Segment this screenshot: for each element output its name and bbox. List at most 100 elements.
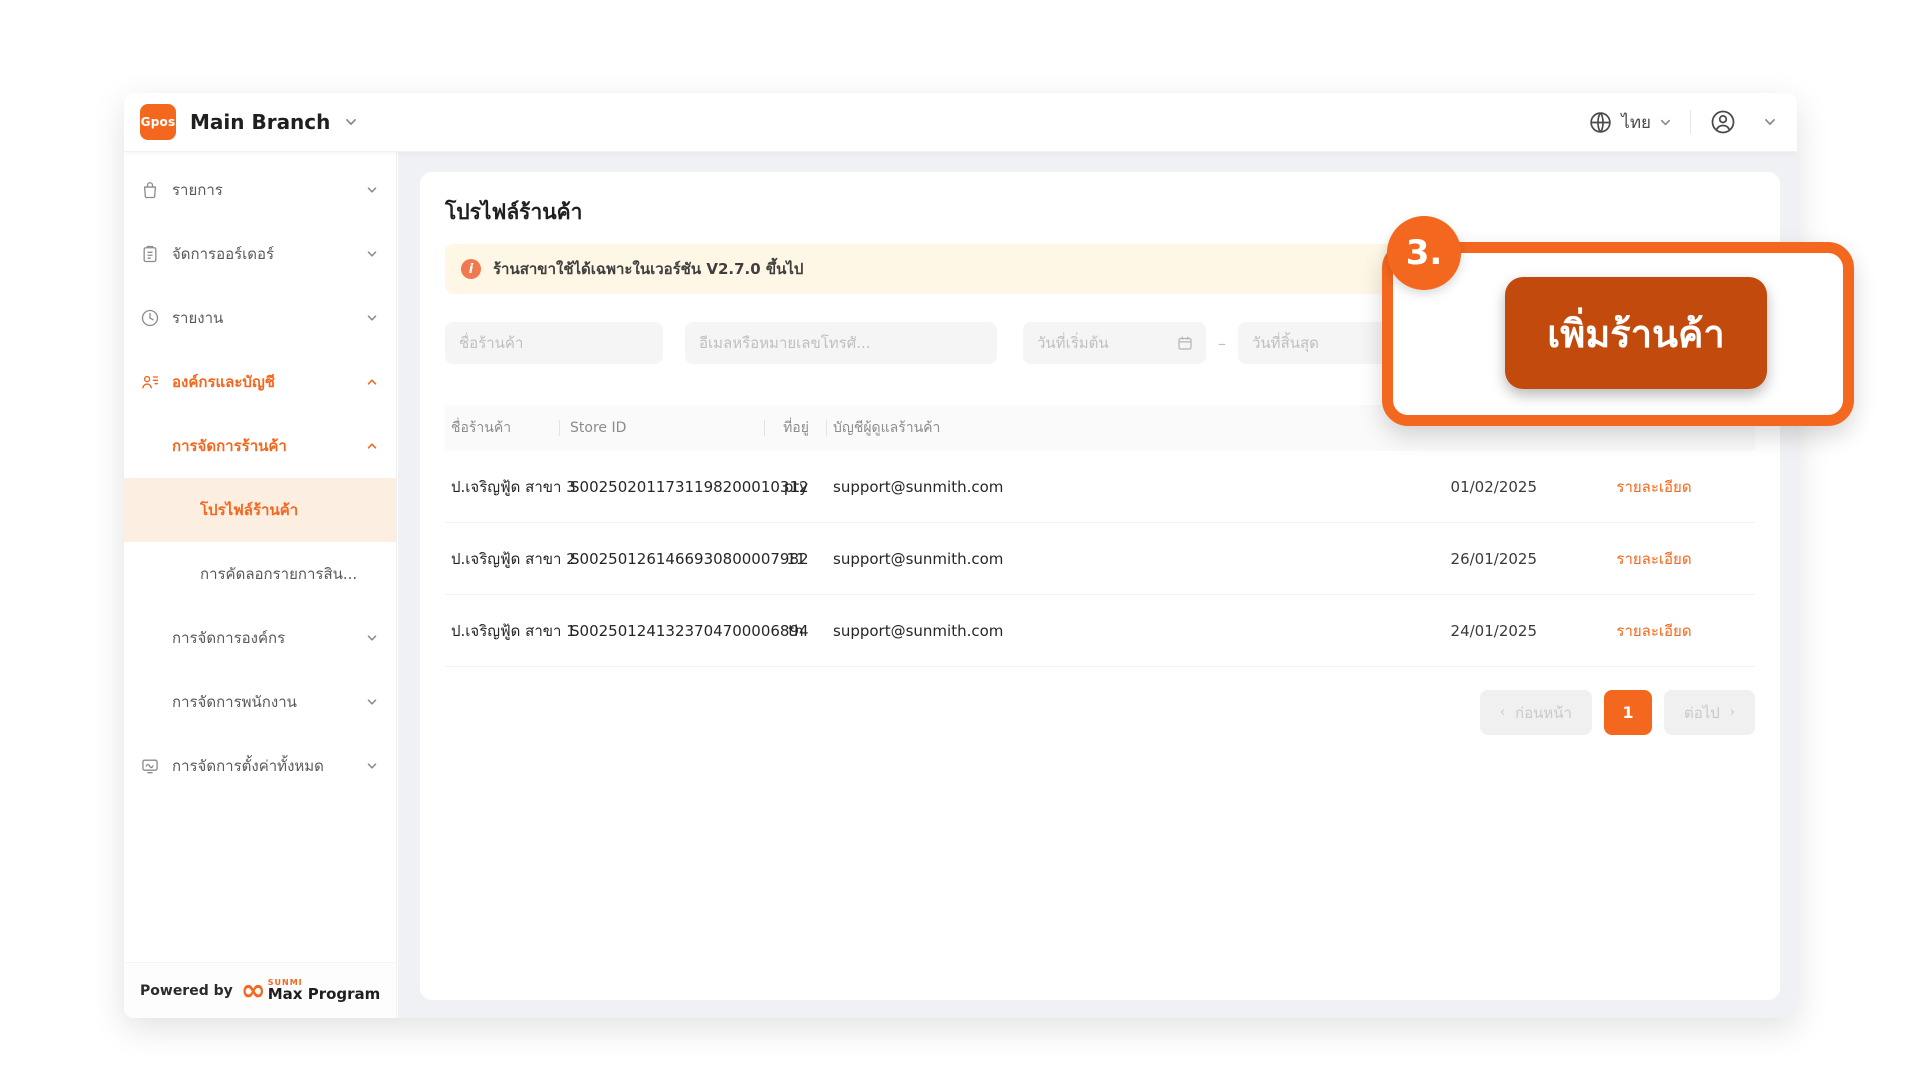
- sidebar-item-label: การจัดการตั้งค่าทั้งหมด: [172, 754, 358, 778]
- prev-page-button[interactable]: ‹ ก่อนหน้า: [1480, 690, 1592, 735]
- next-page-button[interactable]: ต่อไป ›: [1664, 690, 1755, 735]
- sidebar-item-label: องค์กรและบัญชี: [172, 370, 358, 394]
- sidebar-item-staff-management[interactable]: การจัดการพนักงาน: [124, 670, 396, 734]
- chevron-down-icon: [366, 760, 378, 772]
- prev-page-label: ก่อนหน้า: [1515, 701, 1572, 725]
- powered-by-label: Powered by: [140, 983, 233, 999]
- language-label: ไทย: [1621, 109, 1651, 136]
- clock-icon: [140, 308, 160, 328]
- table-row: ป.เจริญฟู้ด สาขา 3 S00250201173119820001…: [445, 451, 1755, 523]
- sidebar-item-orders-list[interactable]: รายการ: [124, 158, 396, 222]
- table-row: ป.เจริญฟู้ด สาขา 2 S00250126146693080000…: [445, 523, 1755, 595]
- cell-store-name: ป.เจริญฟู้ด สาขา 3: [445, 475, 560, 499]
- sidebar-item-label: จัดการออร์เดอร์: [172, 242, 358, 266]
- chevron-down-icon: [366, 312, 378, 324]
- table-row: ป.เจริญฟู้ด สาขา 1 S00250124132370470000…: [445, 595, 1755, 667]
- monitor-icon: [140, 756, 160, 776]
- sunmi-logo: ∞ sunmi Max Program: [241, 979, 381, 1002]
- cell-store-id: S002501261466930800007982: [560, 550, 765, 568]
- page-title: โปรไฟล์ร้านค้า: [445, 196, 582, 229]
- sidebar-item-copy-products[interactable]: การคัดลอกรายการสิน...: [124, 542, 396, 606]
- cell-created-date: 01/02/2025: [1147, 478, 1547, 496]
- workspace-selector[interactable]: Gpos Main Branch: [140, 104, 358, 140]
- sidebar-item-label: การคัดลอกรายการสิน...: [200, 562, 378, 586]
- store-name-input[interactable]: [445, 322, 663, 364]
- topbar-divider: [1690, 110, 1691, 134]
- details-link[interactable]: รายละเอียด: [1616, 550, 1691, 568]
- cell-admin-account: support@sunmith.com: [827, 550, 1147, 568]
- next-page-label: ต่อไป: [1684, 701, 1720, 725]
- workspace-name: Main Branch: [190, 110, 330, 134]
- cell-store-name: ป.เจริญฟู้ด สาขา 1: [445, 619, 560, 643]
- sidebar-nav: รายการ จัดการออร์เดอร์ รายงาน: [124, 158, 396, 798]
- cell-address: pty: [765, 478, 827, 496]
- chevron-down-icon: [344, 115, 358, 129]
- cell-admin-account: support@sunmith.com: [827, 478, 1147, 496]
- chevron-down-icon: [366, 248, 378, 260]
- cell-address: 11: [765, 550, 827, 568]
- globe-icon: [1588, 110, 1613, 135]
- sidebar-item-org-accounts[interactable]: องค์กรและบัญชี: [124, 350, 396, 414]
- sidebar: รายการ จัดการออร์เดอร์ รายงาน: [124, 152, 397, 1018]
- app-window: Gpos Main Branch ไทย: [124, 93, 1797, 1018]
- sidebar-item-label: การจัดการองค์กร: [172, 626, 358, 650]
- cell-address: th: [765, 622, 827, 640]
- step-number-badge: 3.: [1387, 216, 1461, 290]
- cell-store-id: S002502011731198200010312: [560, 478, 765, 496]
- notice-text: ร้านสาขาใช้ได้เฉพาะในเวอร์ชัน V2.7.0 ขึ้…: [493, 257, 803, 281]
- pagination: ‹ ก่อนหน้า 1 ต่อไป ›: [1480, 690, 1755, 735]
- sidebar-item-label: โปรไฟล์ร้านค้า: [200, 498, 378, 522]
- powered-by-footer: Powered by ∞ sunmi Max Program: [124, 962, 396, 1018]
- header-admin-account: บัญชีผู้ดูแลร้านค้า: [827, 417, 1147, 439]
- sunmi-infinity-icon: ∞: [241, 981, 266, 1001]
- header-store-id: Store ID: [560, 420, 765, 436]
- chevron-up-icon: [366, 376, 378, 388]
- sidebar-item-manage-orders[interactable]: จัดการออร์เดอร์: [124, 222, 396, 286]
- add-store-button[interactable]: เพิ่มร้านค้า: [1505, 277, 1767, 389]
- chevron-right-icon: ›: [1730, 705, 1735, 720]
- sidebar-item-store-profile[interactable]: โปรไฟล์ร้านค้า: [124, 478, 396, 542]
- id-badge-icon: [140, 372, 160, 392]
- filter-bar: วันที่เริ่มต้น – วันที่สิ้นสุด: [445, 322, 1418, 364]
- avatar-icon: [1709, 108, 1737, 136]
- cell-created-date: 26/01/2025: [1147, 550, 1547, 568]
- chevron-left-icon: ‹: [1500, 705, 1505, 720]
- sidebar-item-store-management[interactable]: การจัดการร้านค้า: [124, 414, 396, 478]
- details-link[interactable]: รายละเอียด: [1616, 478, 1691, 496]
- topbar: Gpos Main Branch ไทย: [124, 93, 1797, 152]
- page-1-button[interactable]: 1: [1604, 690, 1652, 735]
- header-address: ที่อยู่: [765, 417, 827, 439]
- chevron-up-icon: [366, 440, 378, 452]
- info-icon: i: [461, 259, 481, 279]
- calendar-icon: [1176, 334, 1194, 352]
- sidebar-item-label: รายการ: [172, 178, 358, 202]
- gpos-logo-icon: Gpos: [140, 104, 176, 140]
- sidebar-item-reports[interactable]: รายงาน: [124, 286, 396, 350]
- stores-table: ชื่อร้านค้า Store ID ที่อยู่ บัญชีผู้ดูแ…: [445, 405, 1755, 667]
- sidebar-item-org-management[interactable]: การจัดการองค์กร: [124, 606, 396, 670]
- details-link[interactable]: รายละเอียด: [1616, 622, 1691, 640]
- chevron-down-icon: [366, 632, 378, 644]
- bag-icon: [140, 180, 160, 200]
- cell-created-date: 24/01/2025: [1147, 622, 1547, 640]
- email-phone-input[interactable]: [685, 322, 997, 364]
- cell-store-name: ป.เจริญฟู้ด สาขา 2: [445, 547, 560, 571]
- topbar-right: ไทย: [1588, 108, 1777, 136]
- page: Gpos Main Branch ไทย: [0, 0, 1920, 1080]
- header-store-name: ชื่อร้านค้า: [445, 417, 560, 439]
- sidebar-item-label: การจัดการร้านค้า: [172, 434, 358, 458]
- date-range-separator: –: [1218, 334, 1226, 353]
- start-date-placeholder: วันที่เริ่มต้น: [1037, 331, 1162, 355]
- clipboard-icon: [140, 244, 160, 264]
- sidebar-item-settings-management[interactable]: การจัดการตั้งค่าทั้งหมด: [124, 734, 396, 798]
- language-selector[interactable]: ไทย: [1588, 109, 1672, 136]
- cell-store-id: S002501241323704700006894: [560, 622, 765, 640]
- max-program-wordmark: Max Program: [268, 987, 381, 1002]
- chevron-down-icon: [1659, 116, 1672, 129]
- sidebar-item-label: การจัดการพนักงาน: [172, 690, 358, 714]
- account-menu[interactable]: [1709, 108, 1737, 136]
- start-date-picker[interactable]: วันที่เริ่มต้น: [1023, 322, 1206, 364]
- chevron-down-icon[interactable]: [1763, 115, 1777, 129]
- sidebar-item-label: รายงาน: [172, 306, 358, 330]
- chevron-down-icon: [366, 184, 378, 196]
